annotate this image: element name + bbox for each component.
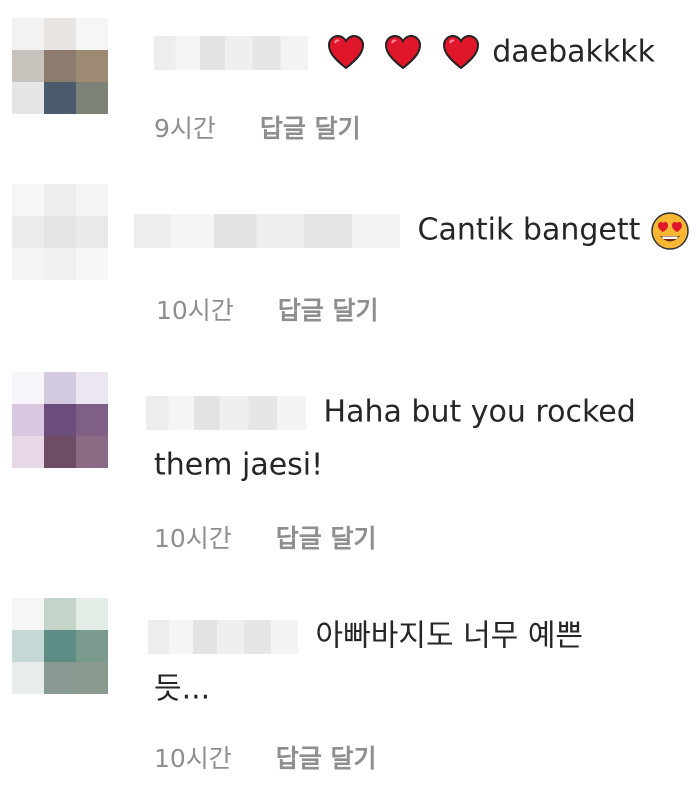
red-heart-icon (385, 34, 422, 69)
reply-button[interactable]: 답글 달기 (276, 739, 377, 779)
heart-eyes-face-icon (651, 211, 689, 250)
comment-text-line2: them jaesi! (154, 447, 324, 482)
comment-text-line1: 아빠바지도 너무 예쁜 (315, 618, 584, 654)
red-heart-icon (327, 34, 364, 69)
avatar[interactable] (12, 598, 108, 694)
comment-time[interactable]: 10시간 (154, 519, 232, 559)
username-blurred[interactable] (146, 395, 306, 430)
comment-time[interactable]: 10시간 (154, 739, 232, 779)
comment-text: daebakkkk (492, 34, 655, 70)
red-heart-icon (442, 34, 479, 69)
reply-button[interactable]: 답글 달기 (260, 109, 361, 149)
avatar[interactable] (12, 372, 108, 468)
comment-text-line1: Haha but you rocked (323, 394, 636, 430)
comment-text-line2: 듯... (154, 671, 211, 706)
username-blurred[interactable] (154, 35, 308, 70)
reply-button[interactable]: 답글 달기 (278, 291, 379, 331)
username-blurred[interactable] (134, 213, 400, 248)
comment-text: Cantik bangett (417, 212, 641, 248)
comment-time[interactable]: 10시간 (156, 291, 234, 331)
avatar[interactable] (12, 184, 108, 280)
avatar[interactable] (12, 18, 108, 114)
username-blurred[interactable] (148, 619, 298, 654)
comment-time[interactable]: 9시간 (154, 109, 216, 149)
reply-button[interactable]: 답글 달기 (276, 519, 377, 559)
